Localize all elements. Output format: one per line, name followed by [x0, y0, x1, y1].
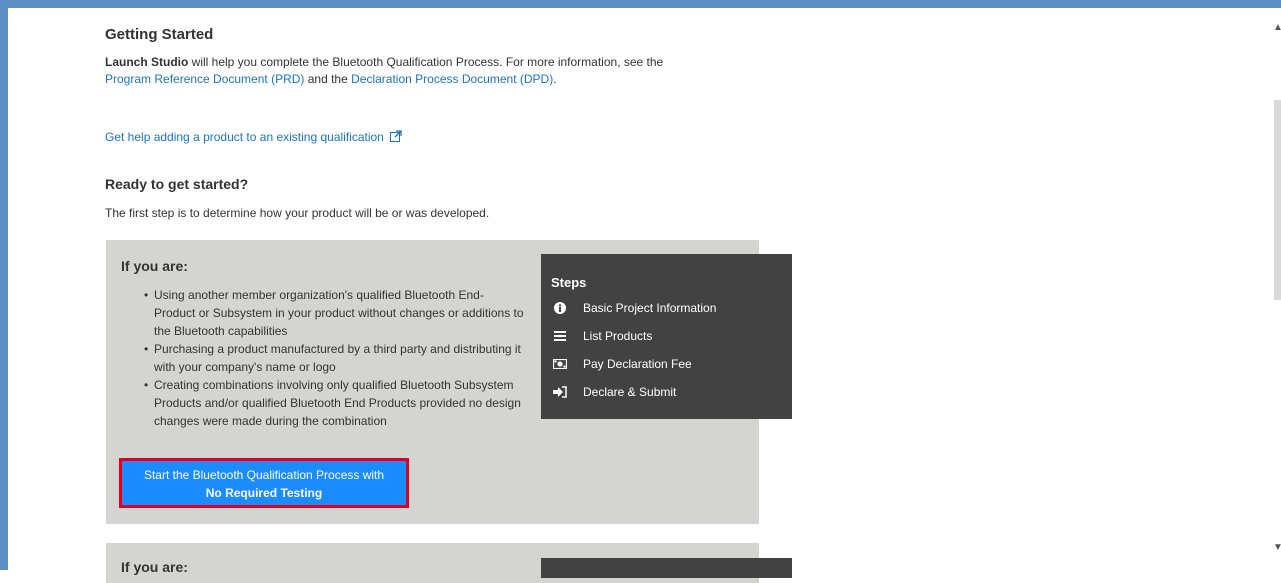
- help-link-row: Get help adding a product to an existing…: [105, 130, 402, 145]
- step-label: Declare & Submit: [583, 385, 677, 399]
- prd-link[interactable]: Program Reference Document (PRD): [105, 72, 304, 86]
- start-no-testing-button[interactable]: Start the Bluetooth Qualification Proces…: [119, 458, 409, 508]
- scrollbar-thumb[interactable]: [1274, 100, 1281, 300]
- sign-in-icon: [551, 385, 569, 399]
- step-label: List Products: [583, 329, 653, 343]
- step-item: Declare & Submit: [551, 383, 676, 401]
- steps-heading: Steps: [551, 275, 587, 290]
- dpd-link[interactable]: Declaration Process Document (DPD): [351, 72, 553, 86]
- option-criteria-list: Using another member organization's qual…: [144, 286, 524, 430]
- ready-heading: Ready to get started?: [105, 176, 249, 192]
- getting-started-heading: Getting Started: [105, 26, 214, 43]
- steps-panel: Steps Basic Project Information List Pro…: [541, 254, 792, 419]
- intro-paragraph: Launch Studio will help you complete the…: [105, 54, 665, 88]
- step-label: Pay Declaration Fee: [583, 357, 692, 371]
- help-existing-qualification-link[interactable]: Get help adding a product to an existing…: [105, 130, 384, 144]
- option-heading: If you are:: [121, 258, 188, 274]
- external-link-icon[interactable]: [390, 130, 402, 145]
- option-heading: If you are:: [121, 559, 188, 575]
- steps-panel-second: [541, 558, 792, 578]
- list-item: Using another member organization's qual…: [144, 286, 524, 340]
- info-icon: [551, 301, 569, 315]
- button-line1: Start the Bluetooth Qualification Proces…: [143, 468, 385, 482]
- button-line2: No Required Testing: [205, 486, 323, 500]
- launch-studio-label: Launch Studio: [105, 55, 189, 69]
- step-item: List Products: [551, 327, 652, 345]
- intro-text-1: will help you complete the Bluetooth Qua…: [188, 55, 664, 69]
- list-item: Purchasing a product manufactured by a t…: [144, 340, 524, 376]
- scroll-up-arrow-icon[interactable]: ▲: [1273, 22, 1281, 33]
- intro-text-2: and the: [304, 72, 352, 86]
- list-item: Creating combinations involving only qua…: [144, 376, 524, 430]
- scroll-down-arrow-icon[interactable]: ▼: [1273, 542, 1281, 553]
- step-item: Pay Declaration Fee: [551, 355, 692, 373]
- money-icon: [551, 357, 569, 371]
- list-icon: [551, 329, 569, 343]
- step-label: Basic Project Information: [583, 301, 717, 315]
- first-step-text: The first step is to determine how your …: [105, 206, 490, 220]
- step-item: Basic Project Information: [551, 299, 716, 317]
- intro-text-3: .: [553, 72, 557, 86]
- getting-started-section: Getting Started Launch Studio will help …: [105, 26, 665, 88]
